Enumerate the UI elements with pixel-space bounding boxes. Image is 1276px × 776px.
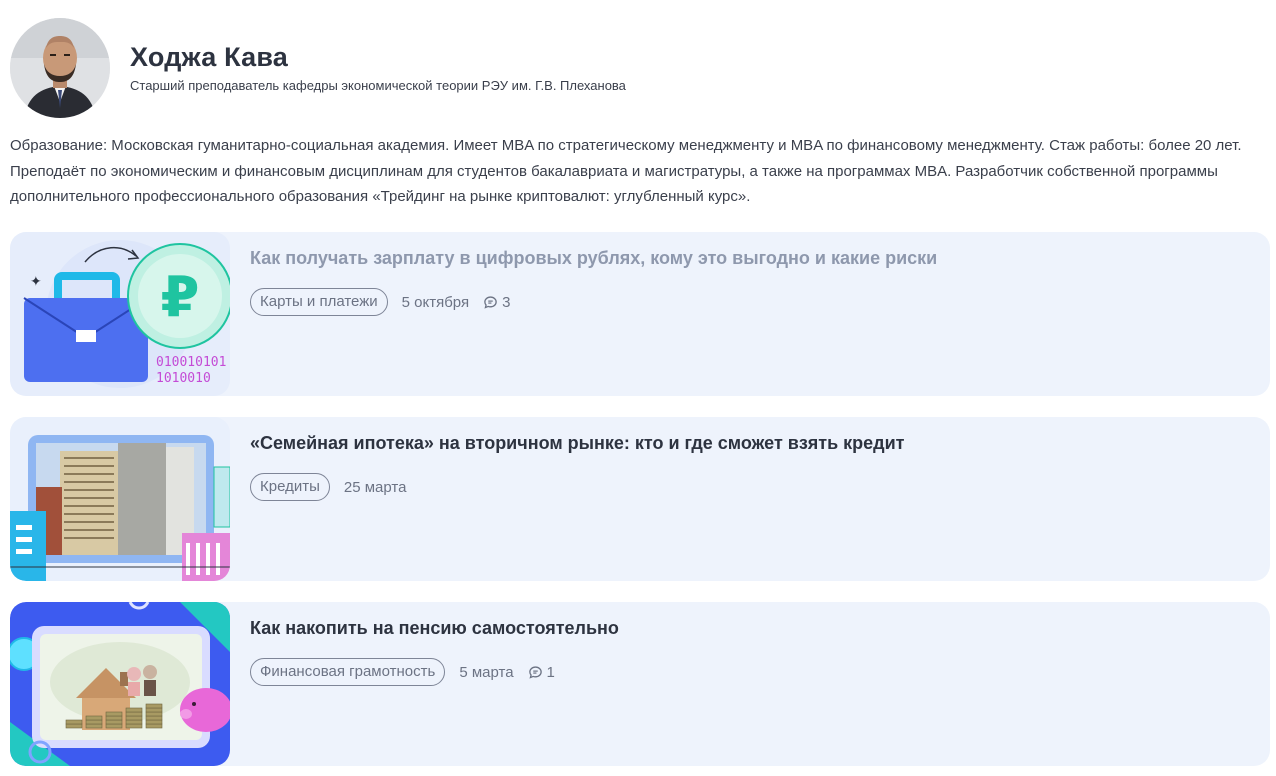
binary-text-1: 010010101 [156,355,226,370]
author-header: Ходжа Кава Старший преподаватель кафедры… [10,18,1266,118]
author-name: Ходжа Кава [130,42,289,72]
article-meta: Кредиты 25 марта [250,473,406,501]
article-card[interactable]: «Семейная ипотека» на вторичном рынке: к… [10,417,1270,581]
comment-icon [528,665,542,679]
article-title[interactable]: Как получать зарплату в цифровых рублях,… [250,248,937,269]
comment-icon [484,295,497,309]
article-title[interactable]: «Семейная ипотека» на вторичном рынке: к… [250,433,904,454]
svg-text:₽: ₽ [161,265,200,330]
article-card[interactable]: ✦ ₽ 010010101 1010010 Как получать зарпл… [10,232,1270,396]
article-card[interactable]: Как накопить на пенсию самостоятельно Фи… [10,602,1270,766]
article-date: 5 марта [459,663,514,681]
article-date: 5 октября [401,293,470,311]
avatar [10,18,110,118]
article-tag[interactable]: Кредиты [250,473,330,501]
article-tag[interactable]: Карты и платежи [250,288,388,316]
author-role: Старший преподаватель кафедры экономичес… [130,78,626,93]
article-date: 25 марта [343,478,407,496]
author-bio: Образование: Московская гуманитарно-соци… [10,137,1242,205]
article-tag[interactable]: Финансовая грамотность [250,658,446,686]
article-meta: Карты и платежи 5 октября 3 [250,288,510,316]
comments-count[interactable]: 1 [528,664,555,681]
article-title[interactable]: Как накопить на пенсию самостоятельно [250,618,619,639]
article-image[interactable] [10,602,230,766]
comments-number: 3 [502,293,511,311]
binary-text-2: 1010010 [156,371,211,386]
article-image[interactable]: ✦ ₽ 010010101 1010010 [10,232,230,396]
article-image[interactable] [10,417,230,581]
comments-count[interactable]: 3 [483,294,510,311]
comments-number: 1 [546,663,555,681]
svg-text:✦: ✦ [30,274,42,290]
article-meta: Финансовая грамотность 5 марта 1 [250,658,555,686]
